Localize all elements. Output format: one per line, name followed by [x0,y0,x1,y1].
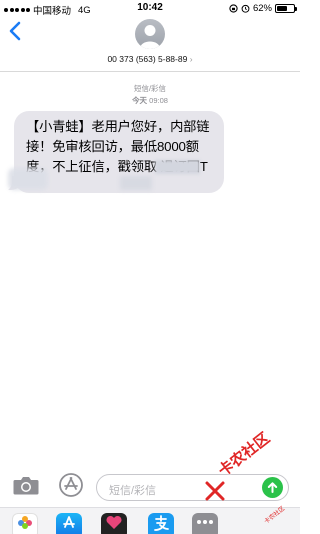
thread-label: 短信/彩信 [133,84,167,93]
redaction-blur [155,160,200,174]
camera-icon[interactable] [12,474,40,496]
message-input-placeholder: 短信/彩信 [109,485,157,497]
battery-icon [275,4,297,13]
battery-percent: 62% [252,3,272,14]
app-store-icon[interactable] [58,472,84,498]
contact-number[interactable]: 00 373 (563) 5-88-89 › [0,54,300,64]
digital-touch-button[interactable] [101,513,127,534]
thread-time-value: 09:08 [149,96,168,105]
status-bar: 中国移动 4G 10:42 62% [0,0,300,17]
chevron-left-icon[interactable] [7,20,25,42]
watermark-logo-icon [205,481,225,501]
watermark-text: 卡农社区 [215,429,274,480]
photos-icon [18,516,32,529]
heart-icon [106,515,122,529]
header-divider [0,71,300,72]
contact-number-text: 00 373 (563) 5-88-89 [107,54,188,64]
redaction-blur [120,176,152,190]
watermark: 卡农社区 卡农社区 [200,430,300,534]
battery-fill [277,6,287,11]
redaction-blur [8,168,48,190]
status-right: 62% [229,3,297,14]
lock-rotation-icon [229,4,238,13]
thread-timestamp: 今天 09:08 [0,95,300,106]
thread-day: 今天 [132,96,148,105]
app-store-tray-button[interactable] [56,513,82,534]
alipay-icon [154,515,169,531]
photos-app-button[interactable] [12,513,38,534]
watermark-subtext: 卡农社区 [263,505,287,526]
alarm-icon [241,4,250,13]
chevron-right-icon: › [189,54,193,64]
avatar[interactable] [135,19,165,49]
app-store-icon [63,516,75,528]
alipay-app-button[interactable] [148,513,174,534]
person-silhouette-icon [140,25,160,49]
